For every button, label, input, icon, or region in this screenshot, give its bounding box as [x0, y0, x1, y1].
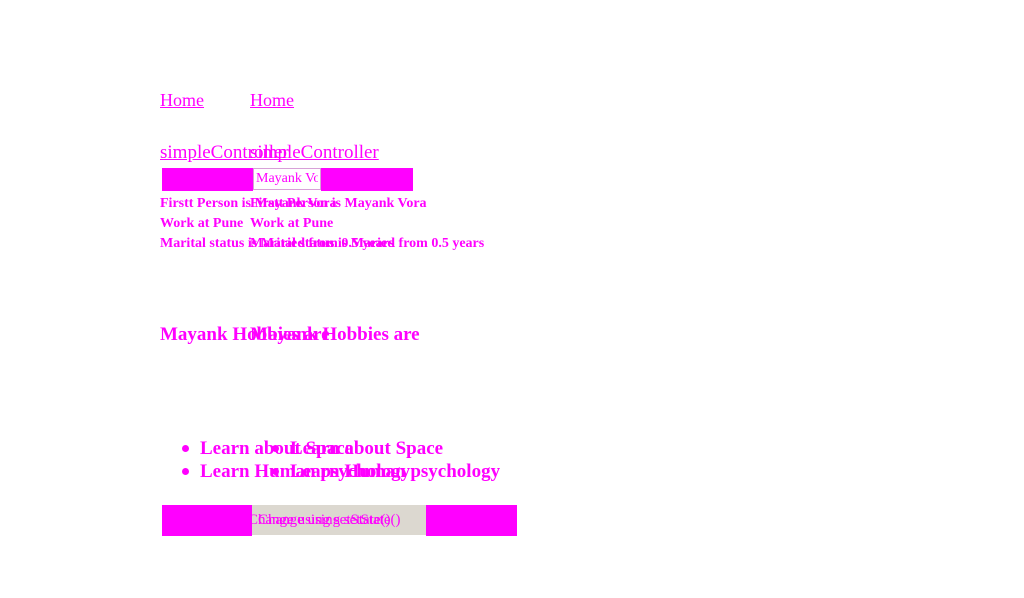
bullet-icon: [182, 468, 189, 475]
button-highlight-right: [426, 505, 517, 536]
bullet-icon: [272, 468, 279, 475]
person-work-text: Work at Pune: [250, 216, 334, 231]
hobby-label: Learn Human psychology: [290, 461, 501, 482]
simple-controller-link[interactable]: simpleController: [250, 142, 379, 164]
hobby-list: Learn about Space Learn Human psychology: [272, 437, 501, 483]
bullet-icon: [182, 445, 189, 452]
input-highlight-right: [321, 168, 413, 191]
button-label-echo: Change using setState(): [258, 512, 401, 528]
button-highlight-left: [162, 505, 252, 536]
change-using-setstate-button[interactable]: Change using setState() Change using set…: [252, 505, 426, 535]
hobbies-heading: Mayank Hobbies are: [250, 324, 420, 345]
person-work-text: Work at Pune: [160, 216, 244, 231]
hobby-item: Learn Human psychology: [272, 460, 501, 483]
input-highlight-left: [162, 168, 253, 191]
person-name-text: Firstt Person is Mayank Vora: [250, 196, 427, 211]
person-marital-text: Marital status is Maried from 0.5 years: [250, 236, 485, 251]
hobby-label: Learn about Space: [290, 438, 444, 459]
hobby-item: Learn about Space: [272, 437, 500, 460]
home-link[interactable]: Home: [250, 90, 294, 111]
name-input[interactable]: [253, 168, 321, 190]
home-link[interactable]: Home: [160, 90, 204, 111]
bullet-icon: [272, 445, 279, 452]
